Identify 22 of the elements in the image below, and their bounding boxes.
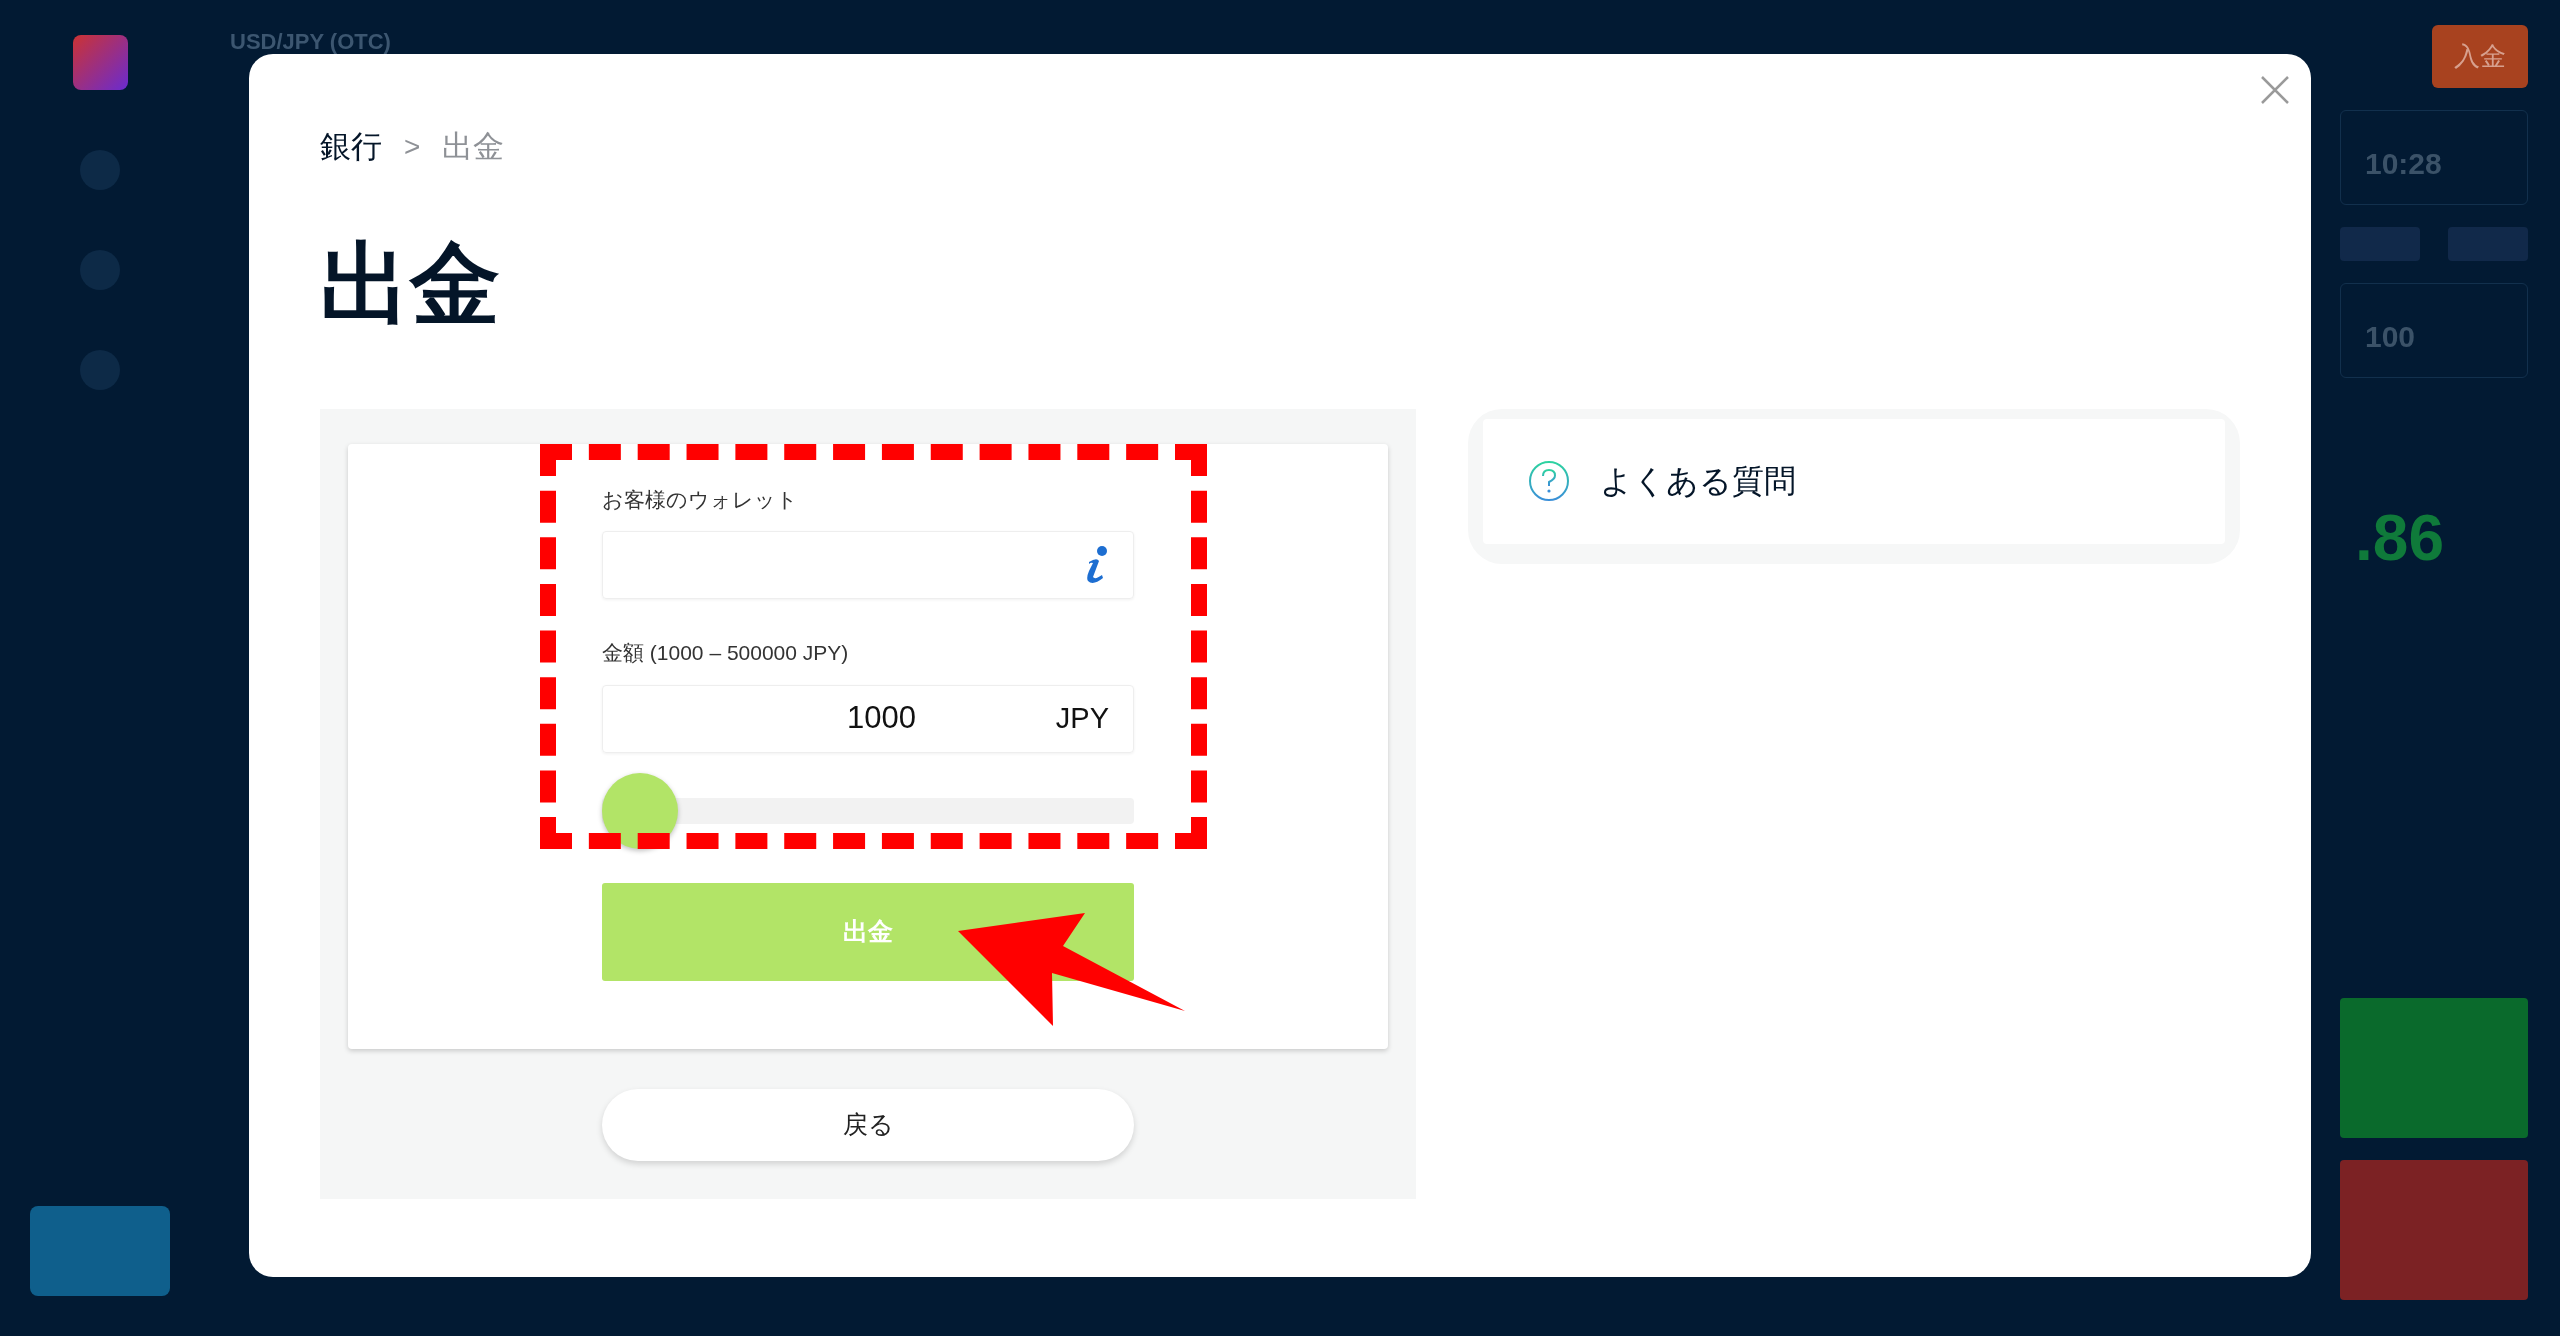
breadcrumb-separator: > [404,130,421,165]
field-label: お客様のウォレット [602,486,799,513]
breadcrumb-item[interactable]: 銀行 [320,124,382,171]
time-field[interactable]: 10:28 [2340,110,2528,205]
field-label: 金額 (1000 – 500000 JPY) [602,640,850,666]
amount-field[interactable]: 100 [2340,283,2528,378]
back-button[interactable]: 戻る [602,1088,1134,1161]
asset-pair[interactable]: USD/JPY (OTC) [230,25,2280,58]
down-button[interactable] [2340,1160,2528,1300]
amount-field[interactable]: 1000 JPY [602,684,1134,753]
wallet-field[interactable] [602,531,1134,599]
deposit-button[interactable]: 入金 [2432,25,2528,88]
faq-item[interactable]: よくある質問 [1483,418,2225,544]
up-button[interactable] [2340,998,2528,1138]
logo-icon[interactable] [72,35,128,90]
page-title: 出金 [320,238,501,329]
breadcrumb-item: 出金 [442,128,505,166]
close-icon[interactable] [2259,74,2291,106]
help-button[interactable] [30,1206,170,1296]
question-icon [1528,460,1570,502]
payout-value: .86 [2354,501,2445,576]
info-icon[interactable] [1085,545,1109,585]
